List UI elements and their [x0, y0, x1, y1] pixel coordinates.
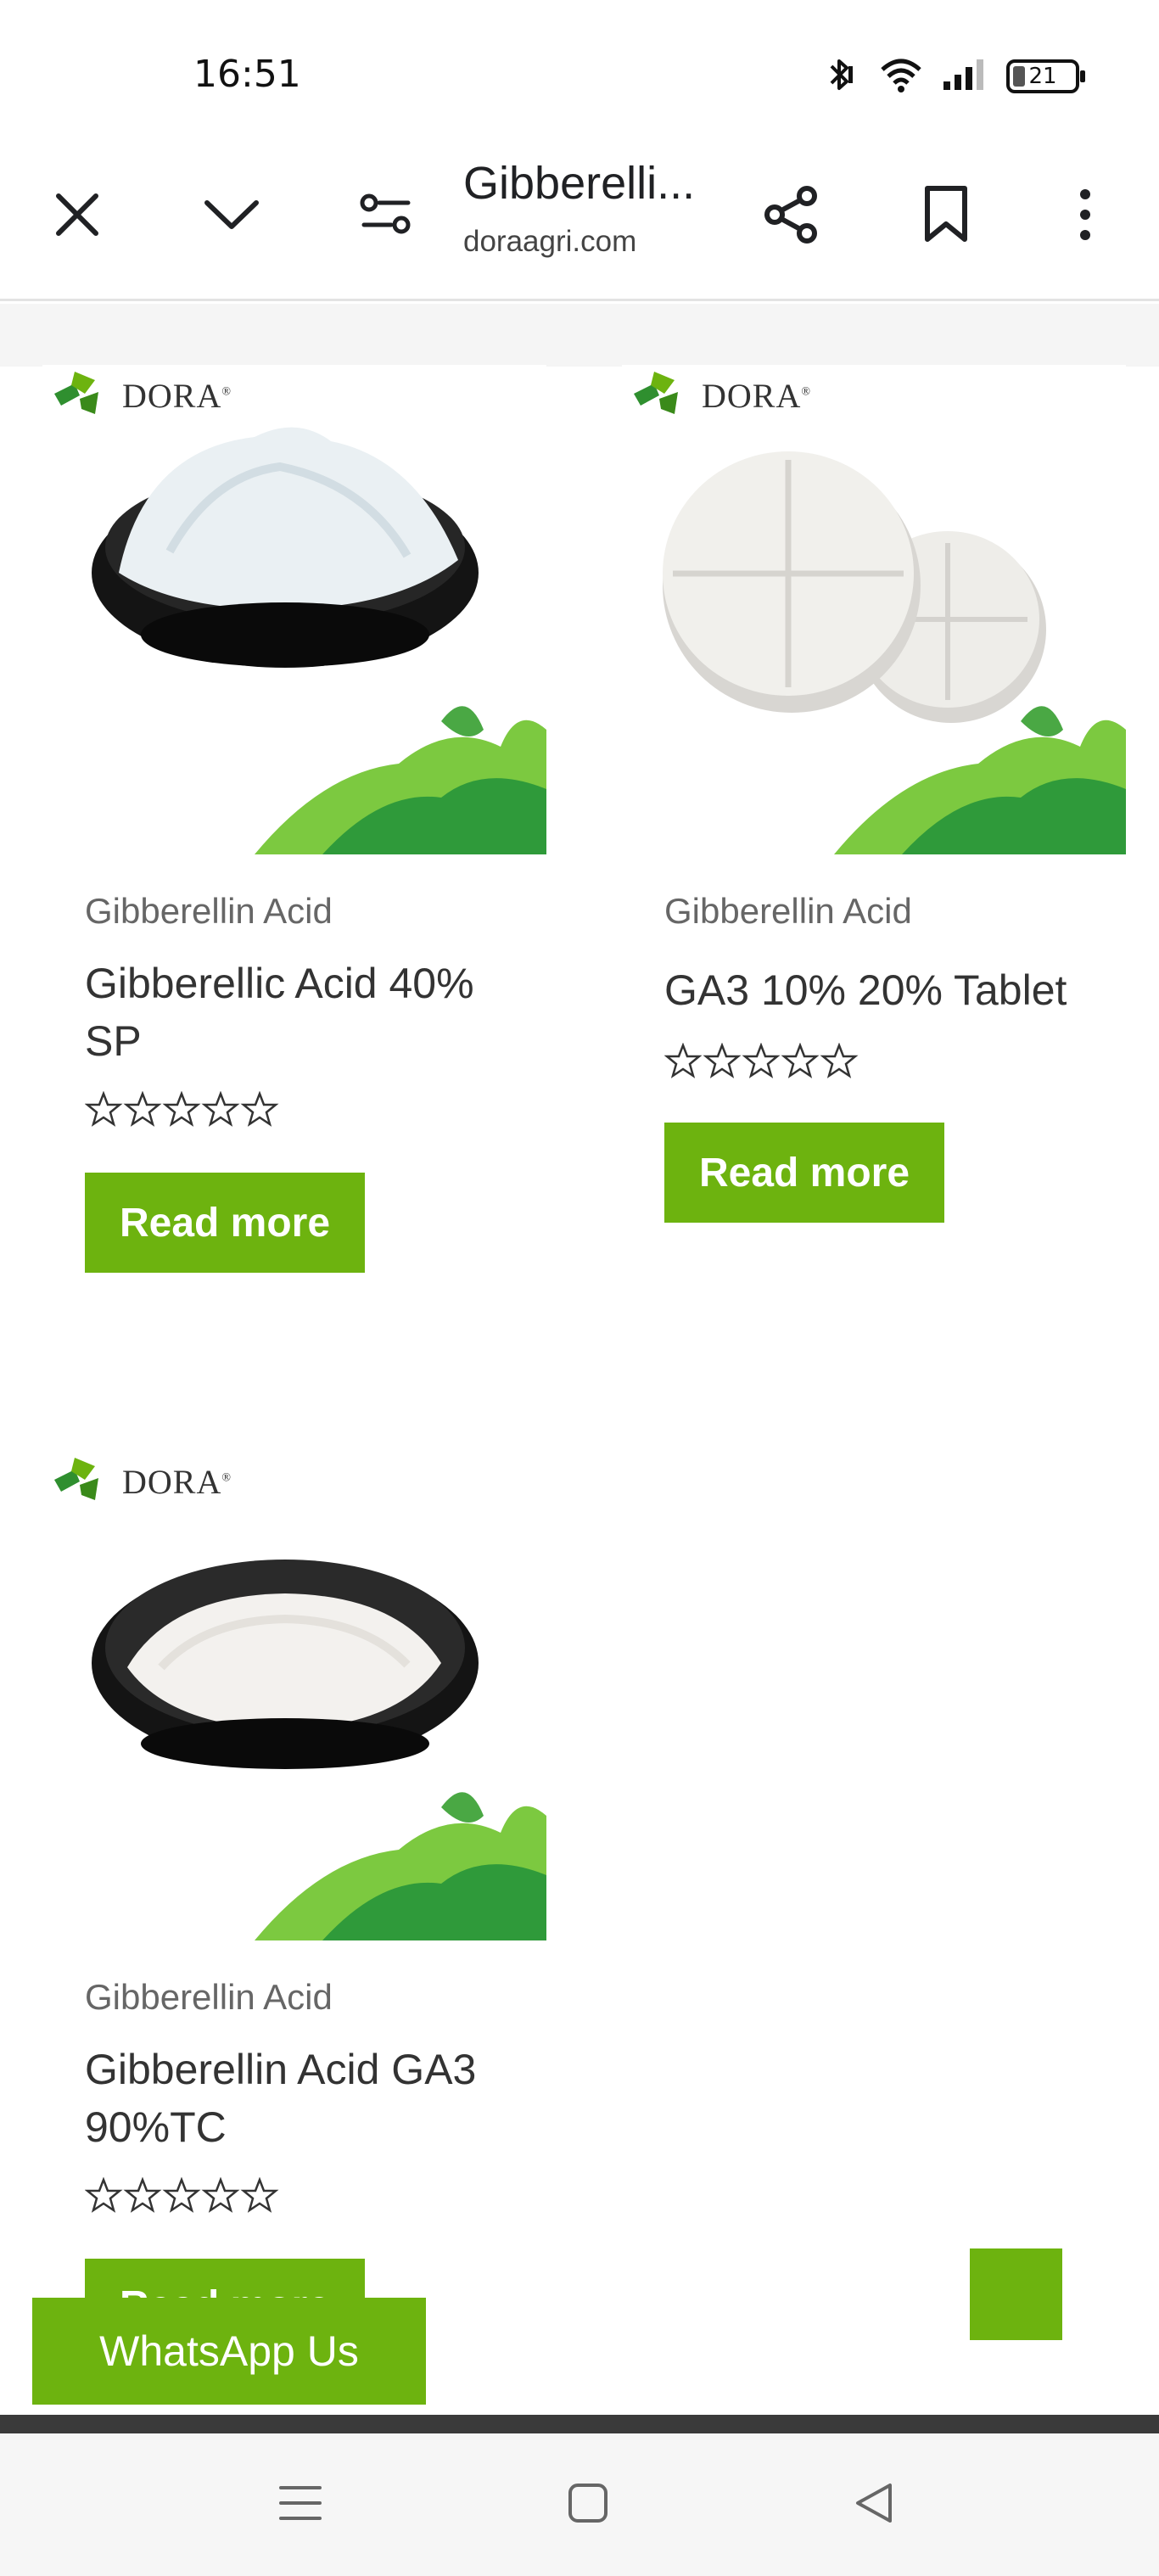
product-image[interactable]: DORA® — [622, 365, 1126, 854]
whatsapp-button[interactable]: WhatsApp Us — [32, 2298, 426, 2405]
collapse-button[interactable] — [193, 178, 270, 255]
product-image[interactable]: DORA® — [42, 365, 546, 854]
page-header-band — [0, 304, 1159, 367]
close-button[interactable] — [39, 178, 115, 255]
product-category[interactable]: Gibberellin Acid — [664, 891, 912, 932]
footer-edge — [0, 2415, 1159, 2433]
star-outline-icon — [85, 1091, 279, 1127]
page-title-area[interactable]: Gibberelli... doraagri.com — [463, 157, 718, 259]
product-category[interactable]: Gibberellin Acid — [85, 1977, 333, 2018]
bookmark-icon — [922, 185, 970, 249]
battery-level: 21 — [1028, 64, 1057, 89]
product-title[interactable]: Gibberellic Acid 40% SP — [85, 955, 526, 1070]
bluetooth-icon — [820, 54, 860, 99]
browser-toolbar: Gibberelli... doraagri.com — [0, 140, 1159, 301]
powder-bowl-illustration — [92, 1560, 546, 1940]
scroll-to-top-button[interactable] — [970, 2248, 1062, 2340]
bookmark-button[interactable] — [908, 178, 984, 255]
system-nav-bar — [0, 2433, 1159, 2576]
close-icon — [52, 189, 103, 244]
share-icon — [761, 184, 822, 249]
page-settings-icon — [359, 193, 413, 241]
status-time: 16:51 — [193, 53, 301, 96]
page-title: Gibberelli... — [463, 158, 696, 209]
star-rating — [85, 2177, 280, 2215]
read-more-button[interactable]: Read more — [664, 1123, 944, 1223]
status-icons: 21 — [820, 54, 1085, 99]
menu-icon — [279, 2484, 322, 2526]
read-more-button[interactable]: Read more — [85, 1173, 365, 1273]
tablets-illustration — [663, 451, 1126, 854]
star-rating — [85, 1091, 280, 1128]
back-button[interactable] — [840, 2471, 908, 2539]
product-image[interactable]: DORA® — [42, 1451, 546, 1940]
page-settings-button[interactable] — [348, 178, 424, 255]
product-category[interactable]: Gibberellin Acid — [85, 891, 333, 932]
status-bar: 16:51 21 — [0, 0, 1159, 140]
more-vert-icon — [1077, 188, 1094, 246]
star-rating — [664, 1043, 859, 1080]
back-icon — [853, 2482, 895, 2528]
more-menu-button[interactable] — [1047, 178, 1123, 255]
home-button[interactable] — [554, 2471, 622, 2539]
wifi-icon — [879, 56, 923, 98]
menu-button[interactable] — [266, 2471, 334, 2539]
home-icon — [567, 2482, 609, 2528]
star-outline-icon — [664, 1043, 859, 1078]
share-button[interactable] — [753, 178, 830, 255]
battery-icon: 21 — [1006, 59, 1085, 93]
product-title[interactable]: Gibberellin Acid GA3 90%TC — [85, 2041, 543, 2156]
page-url: doraagri.com — [463, 225, 637, 258]
signal-icon — [942, 58, 988, 96]
product-title[interactable]: GA3 10% 20% Tablet — [664, 961, 1123, 1019]
powder-bowl-illustration — [92, 427, 546, 854]
star-outline-icon — [85, 2177, 279, 2213]
chevron-down-icon — [202, 196, 261, 238]
